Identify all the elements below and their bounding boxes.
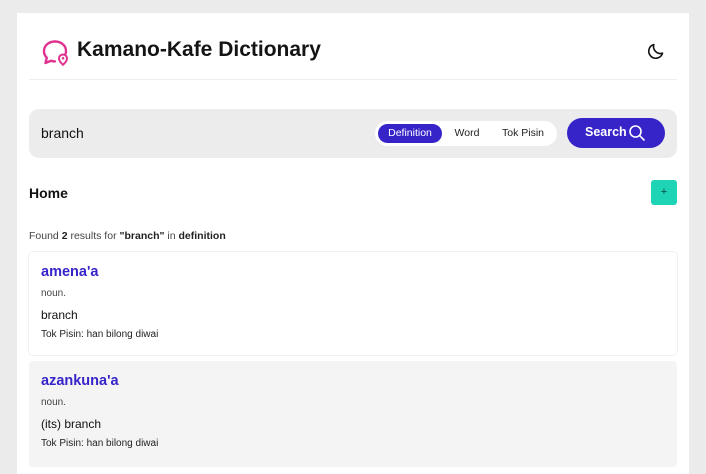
- results-field: definition: [178, 230, 226, 242]
- mode-word-button[interactable]: Word: [446, 124, 488, 143]
- section-title: Home: [29, 185, 68, 201]
- mode-tok-pisin-button[interactable]: Tok Pisin: [492, 124, 554, 143]
- results-prefix: Found: [29, 230, 59, 242]
- results-summary: Found 2 results for "branch" in definiti…: [29, 230, 226, 242]
- mode-definition-button[interactable]: Definition: [378, 124, 442, 143]
- entry-tok-pisin: Tok Pisin: han bilong diwai: [41, 438, 159, 449]
- page-container: Kamano-Kafe Dictionary Definition Word T…: [17, 13, 689, 474]
- results-in: in: [167, 230, 176, 242]
- search-input[interactable]: [41, 121, 361, 145]
- add-entry-button[interactable]: +: [651, 180, 677, 205]
- dictionary-entry[interactable]: azankuna'a noun. (its) branch Tok Pisin:…: [29, 361, 677, 467]
- results-middle: results for: [70, 230, 117, 242]
- entry-part-of-speech: noun.: [41, 397, 67, 408]
- dictionary-entry[interactable]: amena'a noun. branch Tok Pisin: han bilo…: [29, 252, 677, 355]
- results-query: "branch": [119, 230, 165, 242]
- search-button-label: Search: [585, 125, 627, 139]
- entry-word[interactable]: azankuna'a: [41, 373, 119, 389]
- search-button[interactable]: Search: [567, 118, 665, 148]
- search-mode-toggle: Definition Word Tok Pisin: [375, 121, 557, 146]
- entry-definition: (its) branch: [41, 417, 102, 431]
- search-bar: Definition Word Tok Pisin Search: [29, 109, 677, 158]
- app-header: Kamano-Kafe Dictionary: [29, 23, 677, 80]
- results-count: 2: [61, 230, 68, 242]
- moon-icon[interactable]: [645, 40, 667, 62]
- entry-tok-pisin: Tok Pisin: han bilong diwai: [41, 329, 159, 340]
- app-title: Kamano-Kafe Dictionary: [77, 38, 321, 61]
- entry-word[interactable]: amena'a: [41, 264, 98, 280]
- chat-bubble-location-icon: [41, 38, 71, 68]
- search-icon: [628, 124, 646, 142]
- entry-definition: branch: [41, 308, 78, 322]
- entry-part-of-speech: noun.: [41, 288, 67, 299]
